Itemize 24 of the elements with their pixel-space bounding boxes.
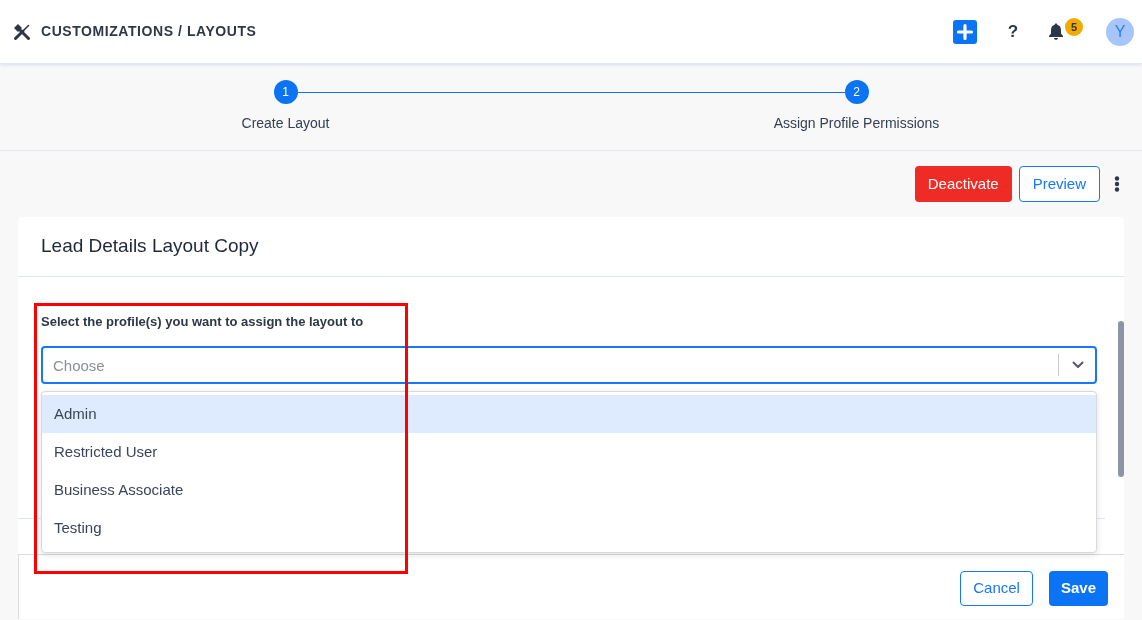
step-label: Assign Profile Permissions	[773, 114, 940, 133]
notification-badge: 5	[1065, 18, 1083, 36]
profile-select[interactable]: Choose	[41, 346, 1097, 384]
chevron-down-icon	[1072, 361, 1084, 369]
help-button[interactable]: ?	[1006, 23, 1020, 40]
page-title: CUSTOMIZATIONS / LAYOUTS	[41, 22, 257, 41]
preview-button[interactable]: Preview	[1018, 166, 1100, 202]
dropdown-option[interactable]: Business Associate	[42, 471, 1096, 509]
dropdown-option[interactable]: Admin	[42, 395, 1096, 433]
scrollbar-thumb[interactable]	[1118, 321, 1124, 477]
step-label: Create Layout	[241, 114, 330, 133]
bell-icon[interactable]	[1048, 23, 1064, 40]
step-number: 1	[273, 80, 298, 104]
more-icon[interactable]	[1114, 176, 1120, 192]
save-button[interactable]: Save	[1048, 571, 1108, 606]
deactivate-button[interactable]: Deactivate	[914, 166, 1012, 202]
layout-title: Lead Details Layout Copy	[41, 234, 259, 259]
dropdown-option[interactable]: Testing	[42, 509, 1096, 547]
field-label: Select the profile(s) you want to assign the layout to	[41, 314, 364, 330]
cancel-button[interactable]: Cancel	[960, 571, 1033, 606]
tools-icon	[12, 21, 32, 42]
plus-icon[interactable]	[953, 19, 977, 44]
dropdown-option[interactable]: Restricted User	[42, 433, 1096, 471]
step-number: 2	[844, 80, 869, 104]
